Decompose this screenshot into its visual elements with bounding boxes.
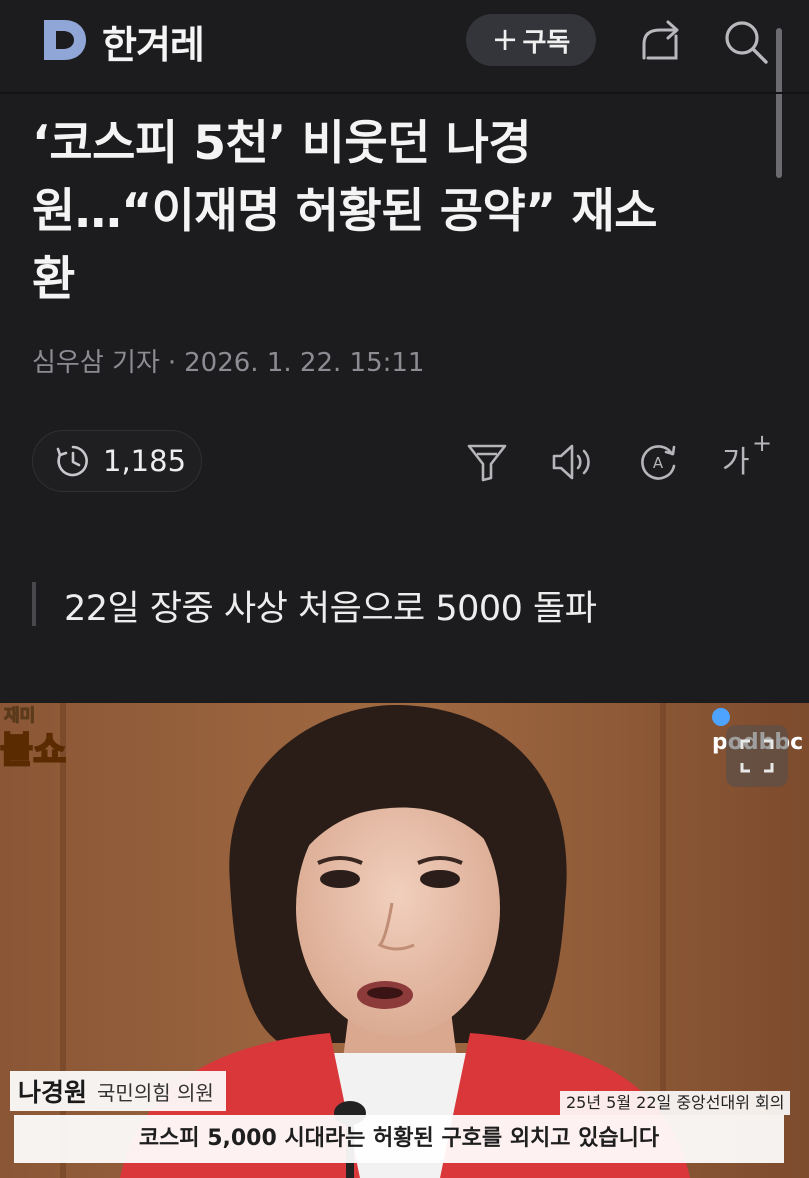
show-watermark-title: 불쇼 <box>0 729 67 772</box>
subscribe-button[interactable]: + 구독 <box>466 14 596 66</box>
name-plate: 나경원 국민의힘 의원 <box>10 1071 226 1111</box>
header-divider <box>0 92 809 94</box>
speaker-icon[interactable] <box>550 440 594 484</box>
byline: 심우삼 기자 · 2026. 1. 22. 15:11 <box>32 342 424 379</box>
font-size-icon: 가 <box>722 445 750 480</box>
expand-icon <box>740 739 774 773</box>
subheadline-bar <box>32 582 36 626</box>
expand-button[interactable] <box>726 725 788 787</box>
app-header: 한겨레 + 구독 <box>0 0 809 82</box>
font-size-button[interactable]: 가 + <box>722 429 772 485</box>
article-photo[interactable]: 재미 불쇼 podbbc 나경원 국민의힘 의원 25년 5월 22일 중앙선대… <box>0 703 809 1178</box>
headline-line: ‘코스피 5천’ 비웃던 나경 <box>32 116 532 171</box>
name-plate-role: 국민의힘 의원 <box>97 1080 214 1105</box>
article-headline: ‘코스피 5천’ 비웃던 나경 원…“이재명 허황된 공약” 재소 환 <box>32 110 772 314</box>
scrollbar[interactable] <box>776 28 782 178</box>
translate-icon[interactable]: A <box>636 440 680 484</box>
clock-icon <box>56 445 88 477</box>
font-size-plus: + <box>752 429 773 457</box>
filter-icon[interactable] <box>465 440 509 484</box>
logo-d-icon[interactable] <box>42 18 88 62</box>
author-name[interactable]: 심우삼 기자 <box>32 348 160 378</box>
event-label: 25년 5월 22일 중앙선대위 회의 <box>560 1091 791 1115</box>
byline-separator: · <box>167 348 177 378</box>
view-count: 1,185 <box>103 444 187 478</box>
svg-text:A: A <box>653 454 664 472</box>
subscribe-label: 구독 <box>522 27 571 58</box>
name-plate-name: 나경원 <box>18 1078 88 1107</box>
publish-date: 2026. 1. 22. 15:11 <box>184 348 425 378</box>
search-icon[interactable] <box>722 18 770 66</box>
headline-line: 원…“이재명 허황된 공약” 재소 <box>32 184 658 239</box>
photo-caption: 코스피 5,000 시대라는 허황된 구호를 외치고 있습니다 <box>14 1115 784 1163</box>
subheadline: 22일 장중 사상 처음으로 5000 돌파 <box>64 589 597 629</box>
brand-name[interactable]: 한겨레 <box>102 14 205 69</box>
headline-line: 환 <box>32 252 75 307</box>
podbbc-logo-icon <box>712 708 730 726</box>
plus-icon: + <box>491 19 519 58</box>
view-count-chip: 1,185 <box>32 430 202 492</box>
share-icon[interactable] <box>636 18 684 62</box>
